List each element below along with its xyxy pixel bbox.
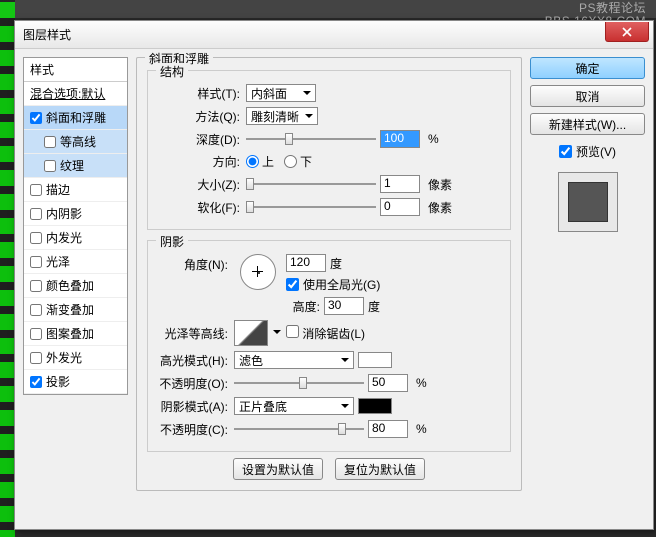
dialog-title: 图层样式 bbox=[23, 26, 71, 43]
antialias-checkbox[interactable]: 消除锯齿(L) bbox=[286, 325, 365, 342]
angle-input[interactable]: 120 bbox=[286, 254, 326, 272]
action-panel: 确定 取消 新建样式(W)... 预览(V) bbox=[530, 57, 645, 521]
style-item-11[interactable]: 投影 bbox=[24, 370, 127, 394]
styles-header: 样式 bbox=[24, 58, 127, 82]
highlight-color-swatch[interactable] bbox=[358, 352, 392, 368]
new-style-button[interactable]: 新建样式(W)... bbox=[530, 113, 645, 135]
style-checkbox[interactable] bbox=[30, 280, 42, 292]
shadow-mode-label: 阴影模式(A): bbox=[154, 398, 230, 415]
angle-dial[interactable] bbox=[240, 254, 276, 290]
style-item-label: 渐变叠加 bbox=[46, 301, 94, 318]
shading-legend: 阴影 bbox=[156, 233, 188, 250]
style-checkbox[interactable] bbox=[30, 376, 42, 388]
style-checkbox[interactable] bbox=[30, 232, 42, 244]
depth-slider[interactable] bbox=[246, 130, 376, 148]
make-default-button[interactable]: 设置为默认值 bbox=[233, 458, 323, 480]
shadow-mode-dropdown[interactable]: 正片叠底 bbox=[234, 397, 354, 415]
size-slider[interactable] bbox=[246, 175, 376, 193]
style-checkbox[interactable] bbox=[30, 184, 42, 196]
structure-legend: 结构 bbox=[156, 63, 188, 80]
preview-checkbox[interactable]: 预览(V) bbox=[530, 143, 645, 160]
soften-label: 软化(F): bbox=[154, 199, 242, 216]
highlight-opacity-label: 不透明度(O): bbox=[154, 375, 230, 392]
style-item-label: 外发光 bbox=[46, 349, 82, 366]
style-item-label: 内发光 bbox=[46, 229, 82, 246]
blend-options[interactable]: 混合选项:默认 bbox=[24, 82, 127, 106]
shadow-opacity-slider[interactable] bbox=[234, 420, 364, 438]
titlebar: 图层样式 bbox=[15, 21, 653, 49]
shadow-opacity-input[interactable]: 80 bbox=[368, 420, 408, 438]
style-item-7[interactable]: 颜色叠加 bbox=[24, 274, 127, 298]
settings-panel: 斜面和浮雕 结构 样式(T): 内斜面 方法(Q): 雕刻清晰 深度(D): 1… bbox=[136, 57, 522, 521]
size-input[interactable]: 1 bbox=[380, 175, 420, 193]
direction-up[interactable]: 上 bbox=[246, 153, 274, 170]
altitude-label: 高度: bbox=[286, 298, 320, 315]
style-item-4[interactable]: 内阴影 bbox=[24, 202, 127, 226]
technique-label: 方法(Q): bbox=[154, 108, 242, 125]
style-checkbox[interactable] bbox=[30, 352, 42, 364]
style-item-1[interactable]: 等高线 bbox=[24, 130, 127, 154]
style-item-label: 描边 bbox=[46, 181, 70, 198]
highlight-opacity-input[interactable]: 50 bbox=[368, 374, 408, 392]
style-checkbox[interactable] bbox=[30, 112, 42, 124]
style-item-2[interactable]: 纹理 bbox=[24, 154, 127, 178]
style-item-3[interactable]: 描边 bbox=[24, 178, 127, 202]
style-item-label: 内阴影 bbox=[46, 205, 82, 222]
angle-label: 角度(N): bbox=[154, 254, 230, 273]
style-item-8[interactable]: 渐变叠加 bbox=[24, 298, 127, 322]
style-checkbox[interactable] bbox=[44, 136, 56, 148]
style-item-label: 纹理 bbox=[60, 157, 84, 174]
reset-default-button[interactable]: 复位为默认值 bbox=[335, 458, 425, 480]
style-item-label: 投影 bbox=[46, 373, 70, 390]
global-light-checkbox[interactable]: 使用全局光(G) bbox=[286, 276, 380, 293]
close-icon bbox=[622, 27, 632, 37]
cancel-button[interactable]: 取消 bbox=[530, 85, 645, 107]
style-item-6[interactable]: 光泽 bbox=[24, 250, 127, 274]
style-dropdown[interactable]: 内斜面 bbox=[246, 84, 316, 102]
style-checkbox[interactable] bbox=[30, 304, 42, 316]
depth-label: 深度(D): bbox=[154, 131, 242, 148]
altitude-input[interactable]: 30 bbox=[324, 297, 364, 315]
highlight-mode-dropdown[interactable]: 滤色 bbox=[234, 351, 354, 369]
style-item-label: 等高线 bbox=[60, 133, 96, 150]
gloss-contour-picker[interactable] bbox=[234, 320, 268, 346]
soften-input[interactable]: 0 bbox=[380, 198, 420, 216]
technique-dropdown[interactable]: 雕刻清晰 bbox=[246, 107, 318, 125]
style-item-0[interactable]: 斜面和浮雕 bbox=[24, 106, 127, 130]
style-item-label: 颜色叠加 bbox=[46, 277, 94, 294]
layer-style-dialog: 图层样式 样式 混合选项:默认 斜面和浮雕等高线纹理描边内阴影内发光光泽颜色叠加… bbox=[14, 20, 654, 530]
style-item-label: 光泽 bbox=[46, 253, 70, 270]
style-checkbox[interactable] bbox=[44, 160, 56, 172]
preview-thumbnail bbox=[558, 172, 618, 232]
ok-button[interactable]: 确定 bbox=[530, 57, 645, 79]
style-item-10[interactable]: 外发光 bbox=[24, 346, 127, 370]
style-checkbox[interactable] bbox=[30, 208, 42, 220]
highlight-opacity-slider[interactable] bbox=[234, 374, 364, 392]
close-button[interactable] bbox=[605, 22, 649, 42]
soften-slider[interactable] bbox=[246, 198, 376, 216]
direction-down[interactable]: 下 bbox=[284, 153, 312, 170]
style-item-5[interactable]: 内发光 bbox=[24, 226, 127, 250]
depth-input[interactable]: 100 bbox=[380, 130, 420, 148]
style-item-label: 斜面和浮雕 bbox=[46, 109, 106, 126]
shadow-color-swatch[interactable] bbox=[358, 398, 392, 414]
style-item-9[interactable]: 图案叠加 bbox=[24, 322, 127, 346]
direction-label: 方向: bbox=[154, 153, 242, 170]
style-label: 样式(T): bbox=[154, 85, 242, 102]
contour-label: 光泽等高线: bbox=[154, 325, 230, 342]
highlight-mode-label: 高光模式(H): bbox=[154, 352, 230, 369]
style-checkbox[interactable] bbox=[30, 256, 42, 268]
style-list-panel: 样式 混合选项:默认 斜面和浮雕等高线纹理描边内阴影内发光光泽颜色叠加渐变叠加图… bbox=[23, 57, 128, 521]
size-label: 大小(Z): bbox=[154, 176, 242, 193]
style-item-label: 图案叠加 bbox=[46, 325, 94, 342]
shadow-opacity-label: 不透明度(C): bbox=[154, 421, 230, 438]
style-checkbox[interactable] bbox=[30, 328, 42, 340]
